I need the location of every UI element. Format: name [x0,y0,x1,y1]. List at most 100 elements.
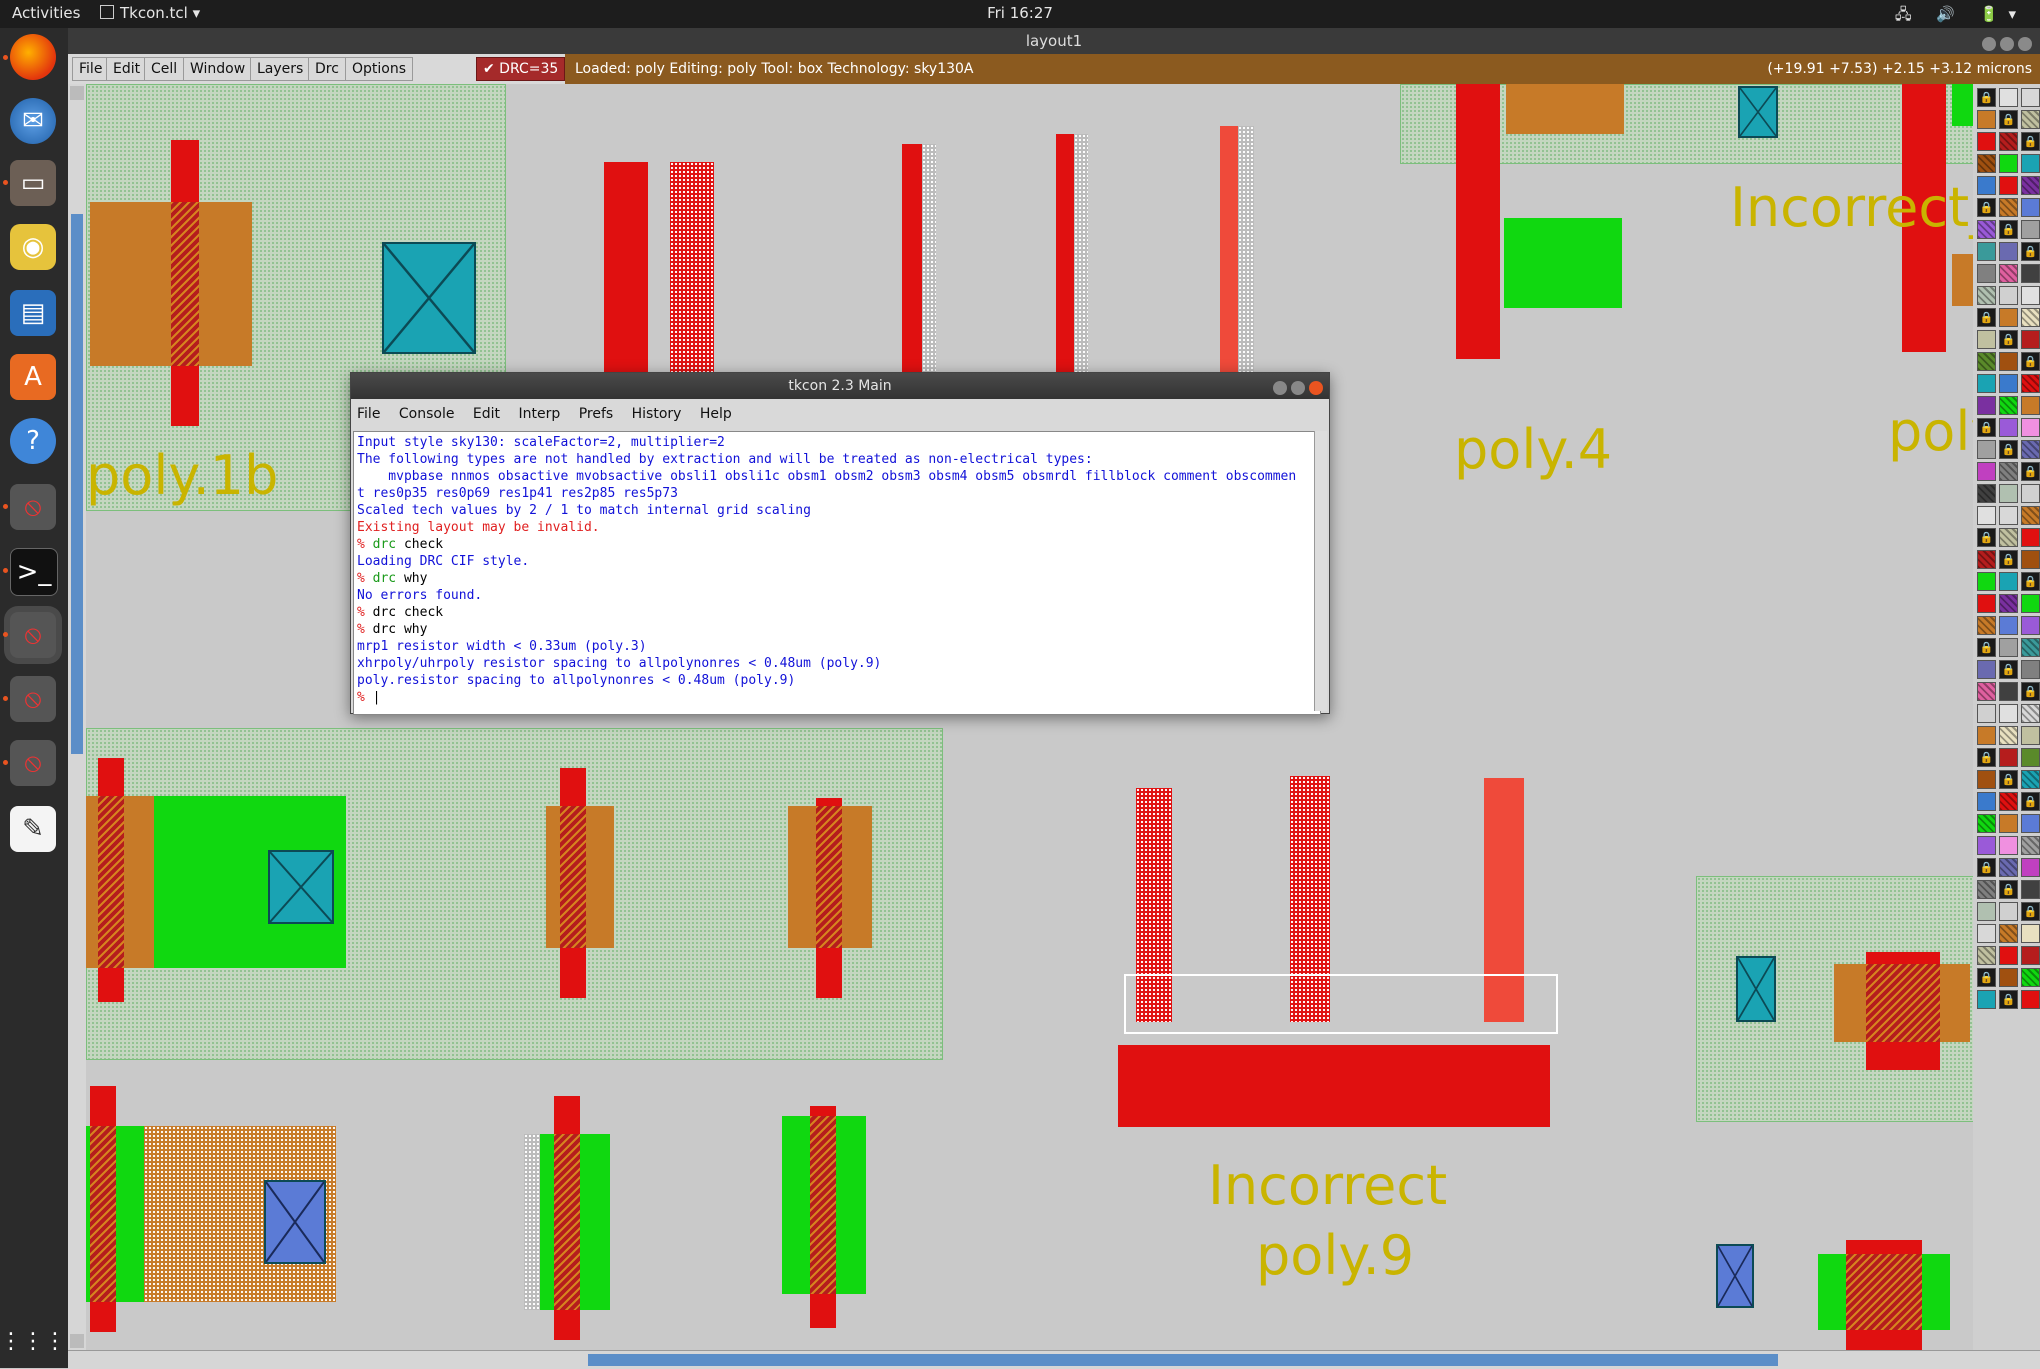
layer-swatch[interactable] [1999,528,2018,547]
layer-lock-icon[interactable]: 🔒 [1999,440,2018,459]
thunderbird-icon[interactable]: ✉ [10,98,56,144]
layer-swatch[interactable] [2021,418,2040,437]
layer-swatch[interactable] [1999,638,2018,657]
layer-swatch[interactable] [1999,506,2018,525]
tkcon-titlebar[interactable]: tkcon 2.3 Main [351,373,1329,399]
layer-lock-icon[interactable]: 🔒 [2021,792,2040,811]
layer-lock-icon[interactable]: 🔒 [2021,682,2040,701]
layer-swatch[interactable] [2021,968,2040,987]
layer-swatch[interactable] [2021,198,2040,217]
layer-swatch[interactable] [1977,440,1996,459]
layer-lock-icon[interactable]: 🔒 [1977,968,1996,987]
layer-swatch[interactable] [1999,462,2018,481]
layer-swatch[interactable] [1977,242,1996,261]
layer-swatch[interactable] [2021,836,2040,855]
layer-swatch[interactable] [1977,220,1996,239]
layer-swatch[interactable] [1999,264,2018,283]
layer-swatch[interactable] [1977,616,1996,635]
layer-lock-icon[interactable]: 🔒 [1977,528,1996,547]
layer-lock-icon[interactable]: 🔒 [1999,990,2018,1009]
layer-swatch[interactable] [1977,110,1996,129]
horizontal-scrollbar[interactable] [68,1350,2040,1369]
layer-swatch[interactable] [1999,968,2018,987]
layer-swatch[interactable] [1999,858,2018,877]
minimize-button[interactable] [1982,37,1996,51]
layer-swatch[interactable] [1977,506,1996,525]
layer-swatch[interactable] [2021,726,2040,745]
layer-swatch[interactable] [2021,88,2040,107]
tkcon-menu-file[interactable]: File [357,406,380,422]
layer-lock-icon[interactable]: 🔒 [1977,748,1996,767]
help-icon[interactable]: ? [10,418,56,464]
rhythmbox-icon[interactable]: ◉ [10,224,56,270]
show-apps-icon[interactable]: ⋮⋮⋮ [0,1318,66,1364]
tk-app-icon[interactable]: ⦸ [10,676,56,722]
text-editor-icon[interactable]: ✎ [10,806,56,852]
layer-swatch[interactable] [2021,858,2040,877]
layer-swatch[interactable] [2021,506,2040,525]
layer-lock-icon[interactable]: 🔒 [1999,880,2018,899]
layer-lock-icon[interactable]: 🔒 [1977,198,1996,217]
layer-swatch[interactable] [1999,352,2018,371]
tk-app-icon[interactable]: ⦸ [10,740,56,786]
layer-swatch[interactable] [1999,176,2018,195]
layer-lock-icon[interactable]: 🔒 [1999,330,2018,349]
vertical-scrollbar[interactable] [68,84,87,1350]
tkcon-menu-interp[interactable]: Interp [519,406,561,422]
horizontal-scroll-thumb[interactable] [588,1354,1778,1366]
layer-swatch[interactable] [2021,528,2040,547]
layer-swatch[interactable] [1977,132,1996,151]
layer-lock-icon[interactable]: 🔒 [2021,352,2040,371]
layer-swatch[interactable] [1999,924,2018,943]
layer-swatch[interactable] [1977,352,1996,371]
tk-app-icon[interactable]: ⦸ [10,484,56,530]
layer-swatch[interactable] [1999,572,2018,591]
layer-swatch[interactable] [1999,154,2018,173]
layer-swatch[interactable] [2021,638,2040,657]
layer-lock-icon[interactable]: 🔒 [2021,462,2040,481]
tkcon-menu-prefs[interactable]: Prefs [579,406,613,422]
layer-lock-icon[interactable]: 🔒 [1977,858,1996,877]
layer-swatch[interactable] [2021,154,2040,173]
layer-swatch[interactable] [1999,902,2018,921]
menu-drc[interactable]: Drc [308,57,346,81]
layer-swatch[interactable] [1977,704,1996,723]
layer-swatch[interactable] [1977,770,1996,789]
layer-swatch[interactable] [1977,836,1996,855]
layer-palette[interactable]: 🔒 🔒 🔒 🔒 🔒 🔒 🔒 🔒 🔒 🔒 🔒 🔒 🔒 🔒 🔒 🔒 🔒 🔒 🔒 🔒 🔒 🔒 🔒 🔒 🔒 🔒 [1973,84,2040,1350]
layer-swatch[interactable] [1999,198,2018,217]
layer-swatch[interactable] [1977,792,1996,811]
layer-swatch[interactable] [1999,374,2018,393]
layer-lock-icon[interactable]: 🔒 [1977,418,1996,437]
layer-swatch[interactable] [1999,418,2018,437]
layer-swatch[interactable] [1999,132,2018,151]
layer-swatch[interactable] [2021,704,2040,723]
layer-swatch[interactable] [1977,594,1996,613]
layer-swatch[interactable] [1999,682,2018,701]
layer-swatch[interactable] [2021,176,2040,195]
layer-swatch[interactable] [1999,396,2018,415]
layer-lock-icon[interactable]: 🔒 [1999,110,2018,129]
layer-swatch[interactable] [2021,264,2040,283]
drc-count-badge[interactable]: ✔ DRC=35 [476,57,566,81]
minimize-button[interactable] [1273,381,1287,395]
layer-swatch[interactable] [1977,726,1996,745]
layer-lock-icon[interactable]: 🔒 [1999,770,2018,789]
layer-swatch[interactable] [1977,484,1996,503]
layer-swatch[interactable] [2021,374,2040,393]
layer-swatch[interactable] [1977,814,1996,833]
layer-swatch[interactable] [1999,286,2018,305]
tkcon-scrollbar[interactable] [1314,431,1327,711]
layer-swatch[interactable] [1977,462,1996,481]
layer-swatch[interactable] [1977,902,1996,921]
menu-window[interactable]: Window [183,57,253,81]
layer-lock-icon[interactable]: 🔒 [2021,902,2040,921]
selection-box[interactable] [1124,974,1558,1034]
layer-swatch[interactable] [2021,660,2040,679]
files-icon[interactable]: ▭ [10,160,56,206]
software-center-icon[interactable]: A [10,354,56,400]
terminal-icon[interactable]: >_ [10,548,58,596]
close-button[interactable] [2018,37,2032,51]
layer-swatch[interactable] [2021,484,2040,503]
layer-lock-icon[interactable]: 🔒 [1999,660,2018,679]
